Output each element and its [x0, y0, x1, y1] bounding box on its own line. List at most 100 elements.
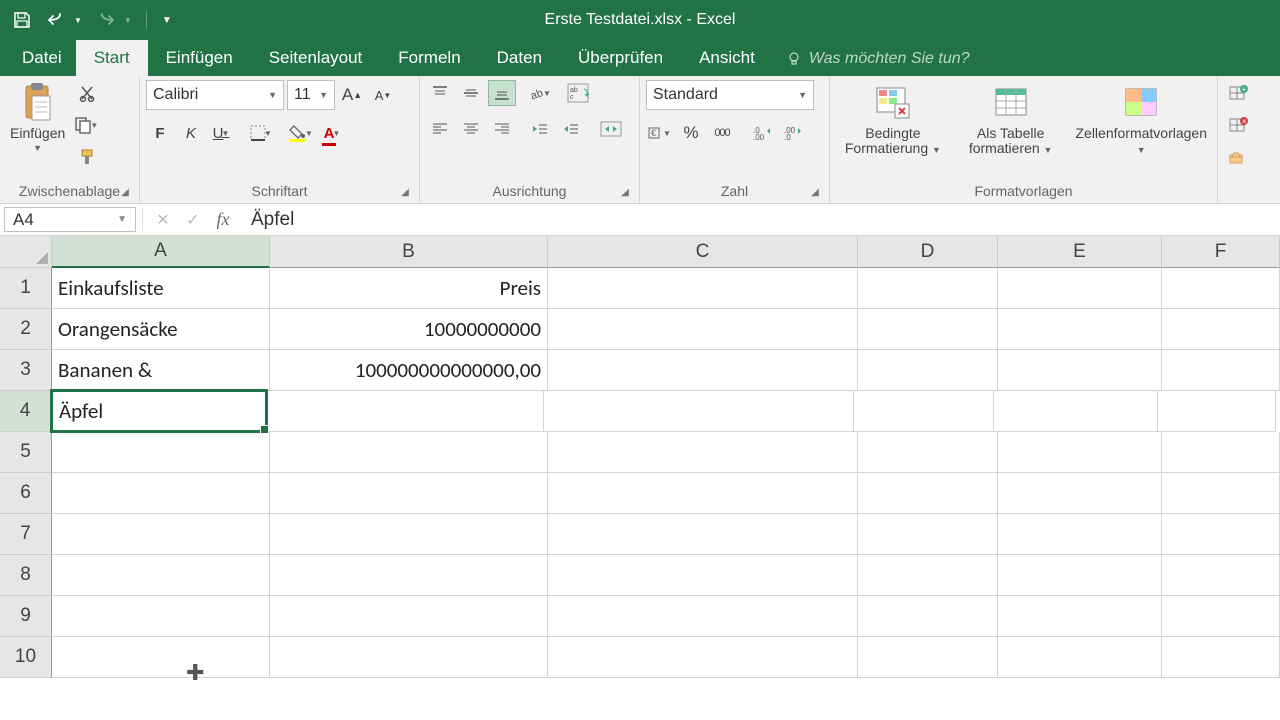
cell[interactable]: [998, 432, 1162, 473]
format-cells-button[interactable]: [1224, 144, 1252, 170]
tab-insert[interactable]: Einfügen: [148, 40, 251, 76]
tab-layout[interactable]: Seitenlayout: [251, 40, 381, 76]
cell[interactable]: [548, 432, 858, 473]
row-header[interactable]: 6: [0, 473, 52, 514]
cell[interactable]: [270, 473, 548, 514]
cell[interactable]: [998, 309, 1162, 350]
alignment-launcher[interactable]: ◢: [619, 187, 631, 199]
tab-file[interactable]: Datei: [8, 40, 76, 76]
row-header[interactable]: 2: [0, 309, 52, 350]
cell[interactable]: 100000000000000,00: [270, 350, 548, 391]
cell[interactable]: [52, 555, 270, 596]
cell[interactable]: [1162, 268, 1280, 309]
tab-data[interactable]: Daten: [479, 40, 560, 76]
cell[interactable]: [858, 596, 998, 637]
cell[interactable]: [270, 432, 548, 473]
underline-button[interactable]: U▼: [208, 120, 236, 146]
column-header[interactable]: D: [858, 236, 998, 268]
cell[interactable]: [548, 350, 858, 391]
cell[interactable]: [858, 555, 998, 596]
accounting-format-button[interactable]: €▼: [646, 120, 674, 146]
worksheet-grid[interactable]: ABCDEF 1EinkaufslistePreis2Orangensäcke1…: [0, 236, 1280, 678]
cell[interactable]: [548, 514, 858, 555]
format-painter-button[interactable]: [73, 144, 101, 170]
row-header[interactable]: 7: [0, 514, 52, 555]
column-header[interactable]: E: [998, 236, 1162, 268]
decrease-font-button[interactable]: A▼: [369, 82, 397, 108]
cell[interactable]: [1162, 350, 1280, 391]
tab-view[interactable]: Ansicht: [681, 40, 773, 76]
cell[interactable]: [270, 514, 548, 555]
cell[interactable]: [998, 555, 1162, 596]
row-header[interactable]: 1: [0, 268, 52, 309]
undo-dropdown-icon[interactable]: ▼: [74, 16, 82, 25]
undo-button[interactable]: [46, 10, 66, 30]
wrap-text-button[interactable]: abc: [564, 80, 592, 106]
comma-format-button[interactable]: 000: [708, 120, 736, 146]
row-header[interactable]: 5: [0, 432, 52, 473]
align-center-button[interactable]: [457, 116, 485, 142]
cell[interactable]: Bananen &: [52, 350, 270, 391]
column-header[interactable]: F: [1162, 236, 1280, 268]
cell[interactable]: [52, 514, 270, 555]
cell[interactable]: [270, 637, 548, 678]
clipboard-launcher[interactable]: ◢: [119, 187, 131, 199]
font-launcher[interactable]: ◢: [399, 187, 411, 199]
cell[interactable]: [858, 514, 998, 555]
cell[interactable]: [548, 596, 858, 637]
increase-indent-button[interactable]: [557, 116, 585, 142]
save-button[interactable]: [12, 10, 32, 30]
align-bottom-button[interactable]: [488, 80, 516, 106]
column-header[interactable]: A: [52, 236, 270, 268]
name-box[interactable]: A4▼: [4, 207, 136, 232]
cell[interactable]: [52, 473, 270, 514]
cell[interactable]: [266, 391, 544, 432]
cut-button[interactable]: [73, 80, 101, 106]
select-all-corner[interactable]: [0, 236, 52, 268]
cell[interactable]: [52, 596, 270, 637]
font-color-button[interactable]: A▼: [319, 120, 347, 146]
font-name-combo[interactable]: Calibri▼: [146, 80, 284, 110]
orientation-button[interactable]: ab▼: [526, 80, 554, 106]
row-header[interactable]: 10: [0, 637, 52, 678]
number-launcher[interactable]: ◢: [809, 187, 821, 199]
cell[interactable]: [998, 514, 1162, 555]
tab-home[interactable]: Start: [76, 40, 148, 76]
tab-review[interactable]: Überprüfen: [560, 40, 681, 76]
cell[interactable]: [52, 432, 270, 473]
increase-font-button[interactable]: A▲: [338, 82, 366, 108]
cell[interactable]: [52, 637, 270, 678]
insert-function-button[interactable]: fx: [209, 207, 237, 233]
cell[interactable]: [270, 555, 548, 596]
copy-button[interactable]: ▼: [73, 112, 101, 138]
cell[interactable]: [1158, 391, 1276, 432]
decrease-decimal-button[interactable]: .00.0: [779, 120, 807, 146]
cell[interactable]: [1162, 514, 1280, 555]
cell[interactable]: [548, 555, 858, 596]
row-header[interactable]: 8: [0, 555, 52, 596]
cell[interactable]: [544, 391, 854, 432]
italic-button[interactable]: K: [177, 120, 205, 146]
customize-qat-button[interactable]: ▼: [161, 10, 173, 30]
fill-color-button[interactable]: ▼: [288, 120, 316, 146]
row-header[interactable]: 3: [0, 350, 52, 391]
cell[interactable]: [858, 309, 998, 350]
column-header[interactable]: C: [548, 236, 858, 268]
cell[interactable]: [548, 637, 858, 678]
cell[interactable]: [998, 350, 1162, 391]
conditional-formatting-button[interactable]: Bedingte Formatierung ▼: [836, 80, 950, 159]
cell[interactable]: [998, 268, 1162, 309]
decrease-indent-button[interactable]: [526, 116, 554, 142]
row-header[interactable]: 4: [0, 391, 52, 432]
cell[interactable]: [548, 473, 858, 514]
increase-decimal-button[interactable]: .0.00: [748, 120, 776, 146]
cell[interactable]: [548, 268, 858, 309]
cell[interactable]: [998, 473, 1162, 514]
cell[interactable]: [1162, 596, 1280, 637]
cell[interactable]: [858, 350, 998, 391]
cell[interactable]: [854, 391, 994, 432]
cell[interactable]: [1162, 432, 1280, 473]
bold-button[interactable]: F: [146, 120, 174, 146]
cell[interactable]: [858, 268, 998, 309]
redo-dropdown-icon[interactable]: ▼: [124, 16, 132, 25]
